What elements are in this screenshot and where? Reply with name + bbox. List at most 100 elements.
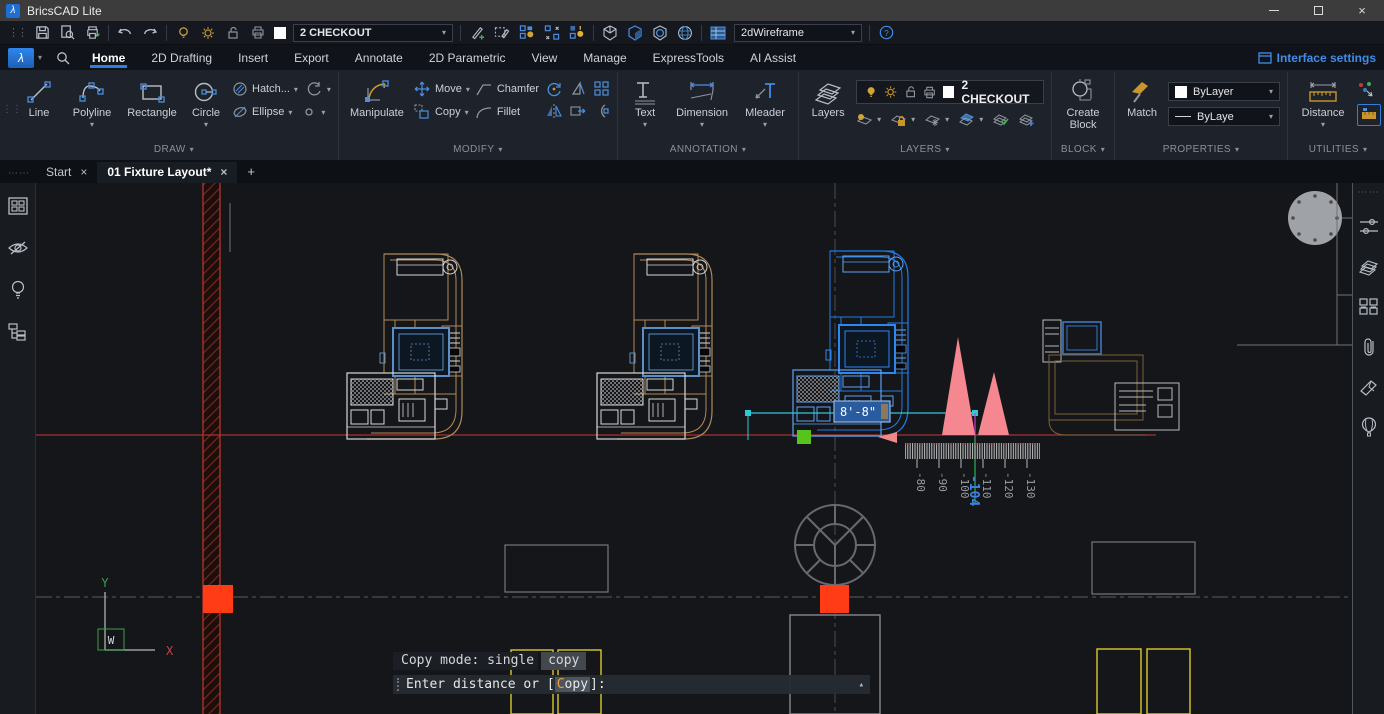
point-button[interactable]: ▾ xyxy=(300,103,325,121)
create-block-button[interactable]: Create Block xyxy=(1059,76,1107,131)
layer-on-bulb-icon[interactable] xyxy=(174,24,192,42)
tab-view[interactable]: View xyxy=(520,47,570,68)
command-prompt[interactable]: Enter distance or [Copy]: ▴ xyxy=(393,675,870,694)
expand-prompt-icon[interactable]: ▴ xyxy=(859,680,864,690)
stretch-icon[interactable] xyxy=(569,102,586,119)
column-marker-center[interactable] xyxy=(820,585,849,613)
tab-home[interactable]: Home xyxy=(80,47,137,68)
panel-label-layers[interactable]: LAYERS▾ xyxy=(806,140,1044,158)
panel-label-utilities[interactable]: UTILITIES▾ xyxy=(1295,140,1381,158)
minimize-button[interactable] xyxy=(1252,0,1296,21)
new-layer-button[interactable] xyxy=(1018,110,1035,128)
preview-icon[interactable] xyxy=(58,24,76,42)
tab-2d-drafting[interactable]: 2D Drafting xyxy=(139,47,224,68)
mirror-icon[interactable] xyxy=(545,102,562,119)
revision-cloud-button[interactable]: ▾ xyxy=(306,80,331,98)
panel-label-annotation[interactable]: ANNOTATION▾ xyxy=(625,140,791,158)
move-button[interactable]: Move▾ xyxy=(414,80,470,98)
interface-settings-button[interactable]: Interface settings xyxy=(1258,51,1376,65)
column-marker-left[interactable] xyxy=(203,585,233,613)
drawing-canvas[interactable]: Y X W 8'-8" xyxy=(36,183,1352,714)
fixture-outline-right[interactable] xyxy=(1092,542,1195,594)
ellipse-button[interactable]: Ellipse▾ xyxy=(231,103,292,121)
layer-color-swatch[interactable] xyxy=(274,27,286,39)
trim-icon[interactable] xyxy=(569,80,586,97)
close-icon[interactable]: × xyxy=(80,165,87,179)
unlock-icon[interactable] xyxy=(905,85,916,99)
polyline-button[interactable]: Polyline ▾ xyxy=(67,76,117,129)
lightbulb-icon[interactable] xyxy=(7,279,29,301)
hatch-button[interactable]: Hatch...▾ xyxy=(231,80,298,98)
box-material-icon[interactable] xyxy=(651,24,669,42)
layer-states-button[interactable] xyxy=(992,110,1009,128)
visual-style-dropdown[interactable]: 2dWireframe ▾ xyxy=(734,24,862,42)
manipulate-button[interactable]: Manipulate xyxy=(346,76,408,119)
toolbar-grip[interactable]: ⋮⋮ xyxy=(8,26,26,39)
rotate-icon[interactable] xyxy=(545,80,562,97)
layer-off-button[interactable]: ▾ xyxy=(856,110,881,128)
maximize-button[interactable] xyxy=(1296,0,1340,21)
layer-isolate-button[interactable]: ▾ xyxy=(958,110,983,128)
panel-label-block[interactable]: BLOCK▾ xyxy=(1059,140,1107,158)
checkout-fixture-1[interactable] xyxy=(347,254,462,439)
select-pen-icon[interactable] xyxy=(493,24,511,42)
application-menu-button[interactable]: λ xyxy=(8,48,34,68)
save-icon[interactable] xyxy=(33,24,51,42)
right-rail-grip[interactable]: ⋯⋯ xyxy=(1358,187,1380,198)
layers-button[interactable]: Layers xyxy=(806,76,850,119)
undo-icon[interactable] xyxy=(116,24,134,42)
blocks-panel-icon[interactable] xyxy=(1358,296,1380,318)
sun-icon[interactable] xyxy=(884,85,897,99)
dimension-button[interactable]: Dimension ▾ xyxy=(671,76,733,129)
close-button[interactable]: × xyxy=(1340,0,1384,21)
fixture-outline-left[interactable] xyxy=(505,545,608,592)
hot-grip[interactable] xyxy=(797,430,811,444)
layer-dropdown[interactable]: 2 CHECKOUT ▾ xyxy=(293,24,453,42)
hatched-wall[interactable] xyxy=(203,183,220,714)
tab-expresstools[interactable]: ExpressTools xyxy=(641,47,736,68)
prompt-grip[interactable] xyxy=(397,678,400,691)
column-symbol-topright[interactable] xyxy=(1288,191,1342,245)
box-wireframe-icon[interactable] xyxy=(601,24,619,42)
copy-button[interactable]: Copy▾ xyxy=(414,103,470,121)
render-globe-icon[interactable] xyxy=(676,24,694,42)
id-point-icon[interactable] xyxy=(1357,80,1374,97)
attachments-panel-icon[interactable] xyxy=(1358,336,1380,358)
tab-annotate[interactable]: Annotate xyxy=(343,47,415,68)
rectangle-button[interactable]: Rectangle xyxy=(123,76,181,119)
ribbon-grip[interactable]: ⋮⋮ xyxy=(2,104,22,115)
help-icon[interactable]: ? xyxy=(877,24,895,42)
tab-manage[interactable]: Manage xyxy=(571,47,638,68)
print-icon[interactable] xyxy=(83,24,101,42)
yellow-fixtures-right[interactable] xyxy=(1097,649,1190,714)
current-layer-color-swatch[interactable] xyxy=(943,86,954,98)
layer-freeze-button[interactable]: ▾ xyxy=(924,110,949,128)
circle-button[interactable]: Circle ▾ xyxy=(187,76,225,129)
fillet-button[interactable]: Fillet xyxy=(476,103,539,121)
layer-unlock-icon[interactable] xyxy=(224,24,242,42)
array-icon[interactable] xyxy=(593,80,610,97)
tab-insert[interactable]: Insert xyxy=(226,47,280,68)
swap-entities-icon[interactable] xyxy=(543,24,561,42)
layer-state-bar[interactable]: 2 CHECKOUT xyxy=(856,80,1044,104)
color-dropdown[interactable]: ByLayer ▾ xyxy=(1168,82,1280,101)
box-shaded-icon[interactable] xyxy=(626,24,644,42)
chamfer-button[interactable]: Chamfer xyxy=(476,80,539,98)
doctab-drawing[interactable]: 01 Fixture Layout* × xyxy=(97,162,237,183)
printer-icon[interactable] xyxy=(923,86,936,99)
redo-icon[interactable] xyxy=(141,24,159,42)
draw-order-pen-icon[interactable] xyxy=(468,24,486,42)
close-icon[interactable]: × xyxy=(220,165,227,179)
panels-icon[interactable] xyxy=(7,195,29,217)
doctab-grip[interactable]: ⋯⋯ xyxy=(6,168,36,183)
doctab-start[interactable]: Start × xyxy=(36,162,97,183)
panel-label-modify[interactable]: MODIFY▾ xyxy=(346,140,610,158)
search-icon[interactable] xyxy=(54,49,72,67)
tab-2d-parametric[interactable]: 2D Parametric xyxy=(417,47,518,68)
bulb-icon[interactable] xyxy=(865,85,877,99)
offset-icon[interactable] xyxy=(593,102,610,119)
checkout-fixture-2[interactable] xyxy=(597,254,712,439)
distance-button[interactable]: Distance ▾ xyxy=(1295,76,1351,129)
mleader-button[interactable]: Mleader ▾ xyxy=(739,76,791,129)
panel-label-properties[interactable]: PROPERTIES▾ xyxy=(1122,140,1280,158)
